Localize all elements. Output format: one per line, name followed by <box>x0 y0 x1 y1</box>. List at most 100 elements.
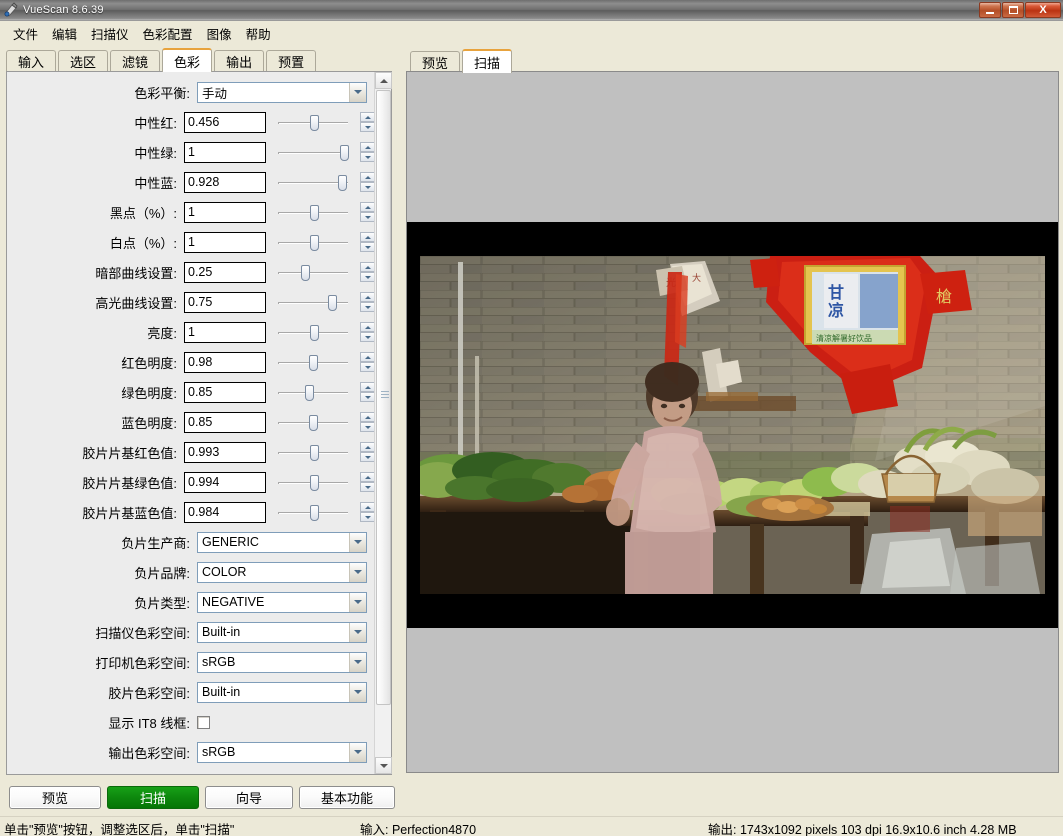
menu-scanner[interactable]: 扫描仪 <box>84 21 136 46</box>
spinner-neutral-red[interactable] <box>360 112 375 132</box>
spinner-film-base-red[interactable] <box>360 442 375 462</box>
input-film-base-blue[interactable] <box>184 501 266 523</box>
input-film-base-green[interactable] <box>184 471 266 493</box>
combo-film-brand[interactable]: COLOR <box>197 561 367 583</box>
slider-red-brightness[interactable] <box>278 352 348 373</box>
slider-green-brightness[interactable] <box>278 382 348 403</box>
spinner-down-film-base-red[interactable] <box>360 452 375 462</box>
input-blue-brightness[interactable] <box>184 411 266 433</box>
spinner-blue-brightness[interactable] <box>360 412 375 432</box>
spinner-highlight-curve[interactable] <box>360 292 375 312</box>
slider-film-base-green[interactable] <box>278 472 348 493</box>
spinner-black-point[interactable] <box>360 202 375 222</box>
spinner-up-green-brightness[interactable] <box>360 382 375 392</box>
spinner-up-neutral-red[interactable] <box>360 112 375 122</box>
spinner-down-shadow-curve[interactable] <box>360 272 375 282</box>
spinner-up-black-point[interactable] <box>360 202 375 212</box>
settings-tab-5[interactable]: 预置 <box>266 50 317 71</box>
chevron-down-icon[interactable] <box>349 742 366 762</box>
slider-neutral-blue[interactable] <box>278 172 348 193</box>
settings-tab-1[interactable]: 选区 <box>58 50 109 71</box>
spinner-up-brightness[interactable] <box>360 322 375 332</box>
checkbox-show-it8-outline[interactable] <box>197 715 210 729</box>
spinner-down-blue-brightness[interactable] <box>360 422 375 432</box>
preview-tab-0[interactable]: 预览 <box>410 51 461 72</box>
input-brightness[interactable] <box>184 321 266 343</box>
preview-tab-1[interactable]: 扫描 <box>462 49 513 73</box>
spinner-shadow-curve[interactable] <box>360 262 375 282</box>
chevron-down-icon[interactable] <box>349 82 366 102</box>
spinner-up-blue-brightness[interactable] <box>360 412 375 422</box>
basic-features-button[interactable]: 基本功能 <box>299 786 395 809</box>
input-red-brightness[interactable] <box>184 351 266 373</box>
spinner-neutral-green[interactable] <box>360 142 375 162</box>
menu-image[interactable]: 图像 <box>200 21 239 46</box>
preview-button[interactable]: 预览 <box>9 786 101 809</box>
scan-preview-area[interactable]: 光 大 順 槍 <box>406 71 1059 773</box>
combo-output-color-space[interactable]: sRGB <box>197 741 367 763</box>
menu-help[interactable]: 帮助 <box>239 21 278 46</box>
input-white-point[interactable] <box>184 231 266 253</box>
chevron-down-icon[interactable] <box>349 562 366 582</box>
spinner-down-green-brightness[interactable] <box>360 392 375 402</box>
spinner-film-base-blue[interactable] <box>360 502 375 522</box>
spinner-up-film-base-red[interactable] <box>360 442 375 452</box>
chevron-down-icon[interactable] <box>349 652 366 672</box>
spinner-down-black-point[interactable] <box>360 212 375 222</box>
combo-scanner-color-space[interactable]: Built-in <box>197 621 367 643</box>
spinner-up-film-base-green[interactable] <box>360 472 375 482</box>
scrollbar-up-button[interactable] <box>375 72 392 89</box>
spinner-up-white-point[interactable] <box>360 232 375 242</box>
chevron-down-icon[interactable] <box>349 592 366 612</box>
close-button[interactable]: X <box>1025 2 1061 18</box>
spinner-down-white-point[interactable] <box>360 242 375 252</box>
chevron-down-icon[interactable] <box>349 532 366 552</box>
spinner-neutral-blue[interactable] <box>360 172 375 192</box>
combo-printer-color-space[interactable]: sRGB <box>197 651 367 673</box>
settings-tab-0[interactable]: 输入 <box>6 50 57 71</box>
slider-blue-brightness[interactable] <box>278 412 348 433</box>
slider-neutral-red[interactable] <box>278 112 348 133</box>
slider-white-point[interactable] <box>278 232 348 253</box>
spinner-down-neutral-blue[interactable] <box>360 182 375 192</box>
maximize-button[interactable] <box>1002 2 1024 18</box>
spinner-down-film-base-blue[interactable] <box>360 512 375 522</box>
input-green-brightness[interactable] <box>184 381 266 403</box>
slider-neutral-green[interactable] <box>278 142 349 163</box>
settings-tab-3[interactable]: 色彩 <box>162 48 213 72</box>
spinner-brightness[interactable] <box>360 322 375 342</box>
input-film-base-red[interactable] <box>184 441 266 463</box>
slider-black-point[interactable] <box>278 202 348 223</box>
settings-tab-4[interactable]: 输出 <box>214 50 265 71</box>
combo-film-vendor[interactable]: GENERIC <box>197 531 367 553</box>
spinner-up-highlight-curve[interactable] <box>360 292 375 302</box>
slider-film-base-red[interactable] <box>278 442 348 463</box>
spinner-down-brightness[interactable] <box>360 332 375 342</box>
slider-film-base-blue[interactable] <box>278 502 348 523</box>
minimize-button[interactable] <box>979 2 1001 18</box>
menu-edit[interactable]: 编辑 <box>45 21 84 46</box>
spinner-down-highlight-curve[interactable] <box>360 302 375 312</box>
guide-button[interactable]: 向导 <box>205 786 293 809</box>
spinner-white-point[interactable] <box>360 232 375 252</box>
spinner-up-neutral-green[interactable] <box>360 142 375 152</box>
settings-tab-2[interactable]: 滤镜 <box>110 50 161 71</box>
scrollbar-down-button[interactable] <box>375 757 392 774</box>
slider-highlight-curve[interactable] <box>278 292 348 313</box>
chevron-down-icon[interactable] <box>349 682 366 702</box>
slider-shadow-curve[interactable] <box>278 262 348 283</box>
spinner-green-brightness[interactable] <box>360 382 375 402</box>
spinner-up-red-brightness[interactable] <box>360 352 375 362</box>
slider-brightness[interactable] <box>278 322 348 343</box>
spinner-down-neutral-red[interactable] <box>360 122 375 132</box>
input-neutral-green[interactable] <box>184 141 266 163</box>
menu-file[interactable]: 文件 <box>6 21 45 46</box>
input-shadow-curve[interactable] <box>184 261 266 283</box>
spinner-red-brightness[interactable] <box>360 352 375 372</box>
combo-color-balance[interactable]: 手动 <box>197 81 367 103</box>
spinner-up-neutral-blue[interactable] <box>360 172 375 182</box>
combo-film-type[interactable]: NEGATIVE <box>197 591 367 613</box>
scan-button[interactable]: 扫描 <box>107 786 199 809</box>
spinner-down-red-brightness[interactable] <box>360 362 375 372</box>
spinner-down-film-base-green[interactable] <box>360 482 375 492</box>
